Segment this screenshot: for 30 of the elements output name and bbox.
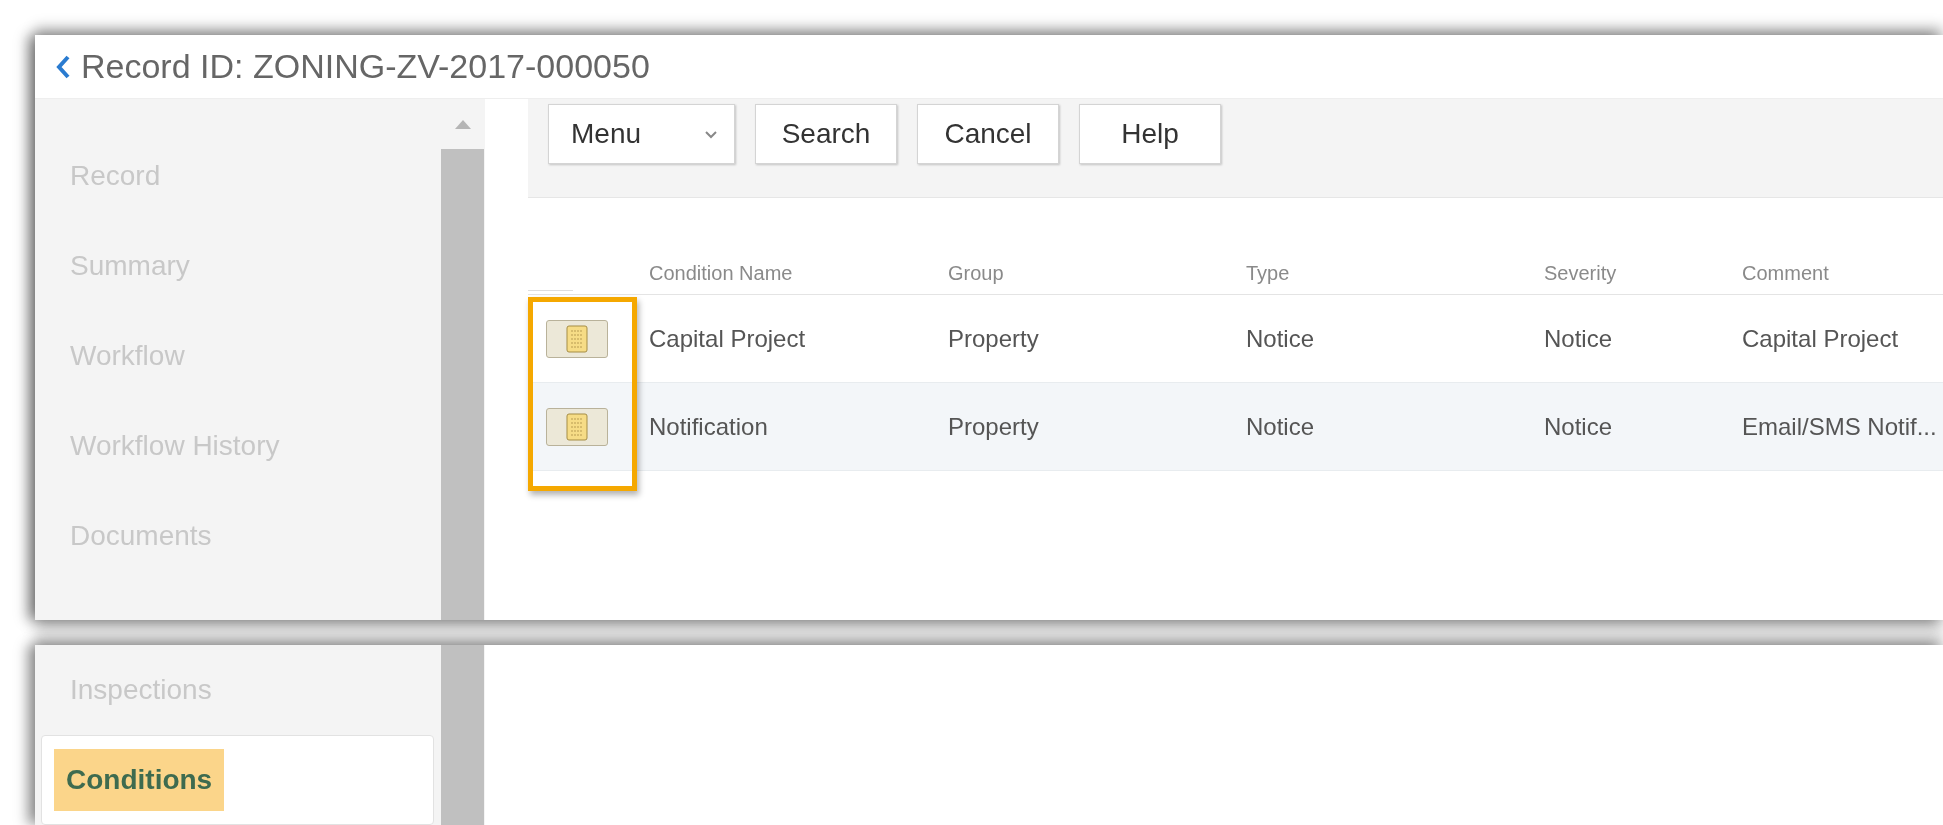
table-cell: Notice [1246,412,1315,440]
toolbar-button[interactable]: Cancel [917,104,1059,164]
chevron-down-icon [704,129,718,139]
details-button[interactable] [546,407,608,446]
table-cell: Notice [1544,324,1613,352]
record-title: Record ID: ZONING-ZV-2017-000050 [81,46,650,87]
sidebar-item[interactable]: Conditions [54,749,225,811]
table-cell: Capital Project [649,324,806,352]
notepad-icon [565,412,589,441]
column-header: Condition Name [649,262,793,284]
table-cell: Notification [649,412,768,440]
menu-dropdown[interactable]: Menu [548,104,735,164]
column-header: Group [948,262,1004,284]
table-cell: Notice [1544,412,1613,440]
scrollbar[interactable] [440,99,485,620]
column-header: Type [1246,262,1290,284]
column-header: Comment [1742,262,1829,284]
table-cell: Capital Project [1742,324,1899,352]
table-cell: Property [948,412,1039,440]
toolbar-button[interactable]: Search [755,104,897,164]
notepad-icon [565,324,589,353]
back-icon[interactable] [55,53,71,80]
table-cell: Notice [1246,324,1315,352]
table-cell: Property [948,324,1039,352]
scrollbar[interactable] [440,645,485,825]
column-header: Severity [1544,262,1617,284]
details-button[interactable] [546,319,608,358]
scroll-up-icon[interactable] [452,118,473,130]
toolbar-button[interactable]: Help [1079,104,1221,164]
table-cell: Email/SMS Notif... [1742,412,1937,440]
